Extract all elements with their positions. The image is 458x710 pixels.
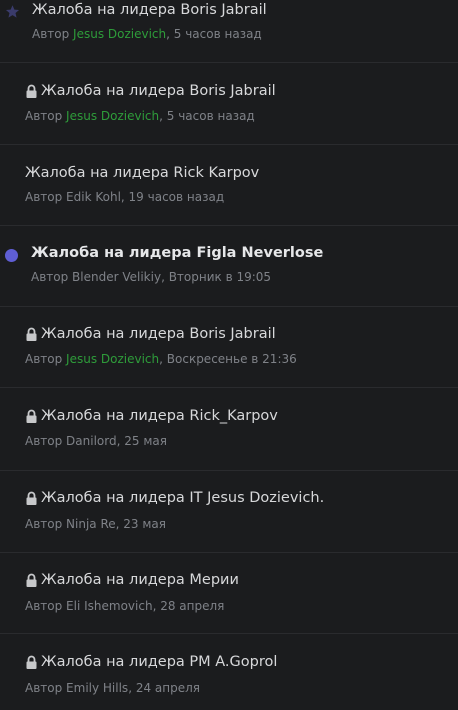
lock-icon [26, 573, 37, 587]
thread-title[interactable]: Жалоба на лидера Мерии [25, 572, 239, 588]
thread-meta: Автор Edik Kohl, 19 часов назад [25, 190, 224, 204]
thread-meta: Автор Jesus Dozievich, Воскресенье в 21:… [25, 352, 297, 366]
thread-title[interactable]: Жалоба на лидера IT Jesus Dozievich. [25, 490, 324, 506]
lock-icon [26, 327, 37, 341]
thread-time: , 28 апреля [152, 599, 225, 613]
thread-meta: Автор Jesus Dozievich, 5 часов назад [25, 109, 255, 123]
thread-title-text[interactable]: Жалоба на лидера Мерии [41, 572, 239, 588]
thread-title-text[interactable]: Жалоба на лидера Boris Jabrail [41, 326, 276, 342]
author-prefix: Автор [25, 434, 67, 448]
thread-meta: Автор Ninja Re, 23 мая [25, 517, 166, 531]
thread-item[interactable]: Жалоба на лидера PM A.Goprol Автор Emily… [0, 634, 458, 710]
star-icon[interactable] [5, 4, 20, 19]
author-prefix: Автор [31, 270, 73, 284]
author-prefix: Автор [25, 599, 67, 613]
lock-icon [26, 655, 37, 669]
author-prefix: Автор [32, 27, 74, 41]
thread-author[interactable]: Jesus Dozievich [66, 352, 159, 366]
thread-author[interactable]: Edik Kohl [66, 190, 121, 204]
thread-time: , 19 часов назад [120, 190, 225, 204]
author-prefix: Автор [25, 681, 67, 695]
thread-item[interactable]: Жалоба на лидера Boris Jabrail Автор Jes… [0, 63, 458, 145]
thread-author[interactable]: Emily Hills [66, 681, 128, 695]
thread-title-text[interactable]: Жалоба на лидера Figla Neverlose [31, 245, 323, 261]
thread-title-text[interactable]: Жалоба на лидера IT Jesus Dozievich. [41, 490, 324, 506]
thread-title[interactable]: Жалоба на лидера Figla Neverlose [31, 245, 323, 261]
thread-title-text[interactable]: Жалоба на лидера Boris Jabrail [32, 2, 267, 18]
thread-author[interactable]: Blender Velikiy [72, 270, 161, 284]
thread-title-text[interactable]: Жалоба на лидера Rick_Karpov [41, 408, 278, 424]
thread-title[interactable]: Жалоба на лидера PM A.Goprol [25, 654, 277, 670]
thread-item[interactable]: Жалоба на лидера Rick Karpov Автор Edik … [0, 145, 458, 226]
thread-item[interactable]: Жалоба на лидера Мерии Автор Eli Ishemov… [0, 553, 458, 634]
author-prefix: Автор [25, 190, 67, 204]
thread-meta: Автор Danilord, 25 мая [25, 434, 167, 448]
lock-icon [26, 84, 37, 98]
thread-item[interactable]: Жалоба на лидера Rick_Karpov Автор Danil… [0, 388, 458, 471]
thread-meta: Автор Jesus Dozievich, 5 часов назад [32, 27, 262, 41]
thread-author[interactable]: Eli Ishemovich [66, 599, 153, 613]
thread-meta: Автор Blender Velikiy, Вторник в 19:05 [31, 270, 271, 284]
thread-title[interactable]: Жалоба на лидера Rick_Karpov [25, 408, 278, 424]
thread-title-text[interactable]: Жалоба на лидера Rick Karpov [25, 165, 259, 181]
thread-title-text[interactable]: Жалоба на лидера Boris Jabrail [41, 83, 276, 99]
thread-time: , 23 мая [115, 517, 166, 531]
thread-item[interactable]: Жалоба на лидера IT Jesus Dozievich. Авт… [0, 471, 458, 553]
author-prefix: Автор [25, 352, 67, 366]
lock-icon [26, 409, 37, 423]
thread-title[interactable]: Жалоба на лидера Boris Jabrail [32, 2, 267, 18]
thread-time: , 25 мая [116, 434, 167, 448]
thread-list: Жалоба на лидера Boris Jabrail Автор Jes… [0, 0, 458, 710]
thread-meta: Автор Emily Hills, 24 апреля [25, 681, 200, 695]
lock-icon [26, 491, 37, 505]
thread-time: , Вторник в 19:05 [161, 270, 272, 284]
thread-time: , 5 часов назад [159, 109, 255, 123]
unread-dot-icon[interactable] [5, 249, 18, 262]
thread-author[interactable]: Jesus Dozievich [66, 109, 159, 123]
thread-time: , Воскресенье в 21:36 [159, 352, 297, 366]
thread-author[interactable]: Ninja Re [66, 517, 116, 531]
thread-item[interactable]: Жалоба на лидера Boris Jabrail Автор Jes… [0, 0, 458, 63]
thread-meta: Автор Eli Ishemovich, 28 апреля [25, 599, 224, 613]
thread-title[interactable]: Жалоба на лидера Boris Jabrail [25, 326, 276, 342]
thread-title-text[interactable]: Жалоба на лидера PM A.Goprol [41, 654, 277, 670]
thread-time: , 24 апреля [128, 681, 200, 695]
thread-title[interactable]: Жалоба на лидера Rick Karpov [25, 165, 259, 181]
thread-item[interactable]: Жалоба на лидера Boris Jabrail Автор Jes… [0, 307, 458, 388]
thread-item[interactable]: Жалоба на лидера Figla Neverlose Автор B… [0, 226, 458, 307]
thread-title[interactable]: Жалоба на лидера Boris Jabrail [25, 83, 276, 99]
thread-time: , 5 часов назад [166, 27, 262, 41]
author-prefix: Автор [25, 109, 67, 123]
thread-author[interactable]: Danilord [66, 434, 117, 448]
author-prefix: Автор [25, 517, 67, 531]
thread-author[interactable]: Jesus Dozievich [73, 27, 166, 41]
